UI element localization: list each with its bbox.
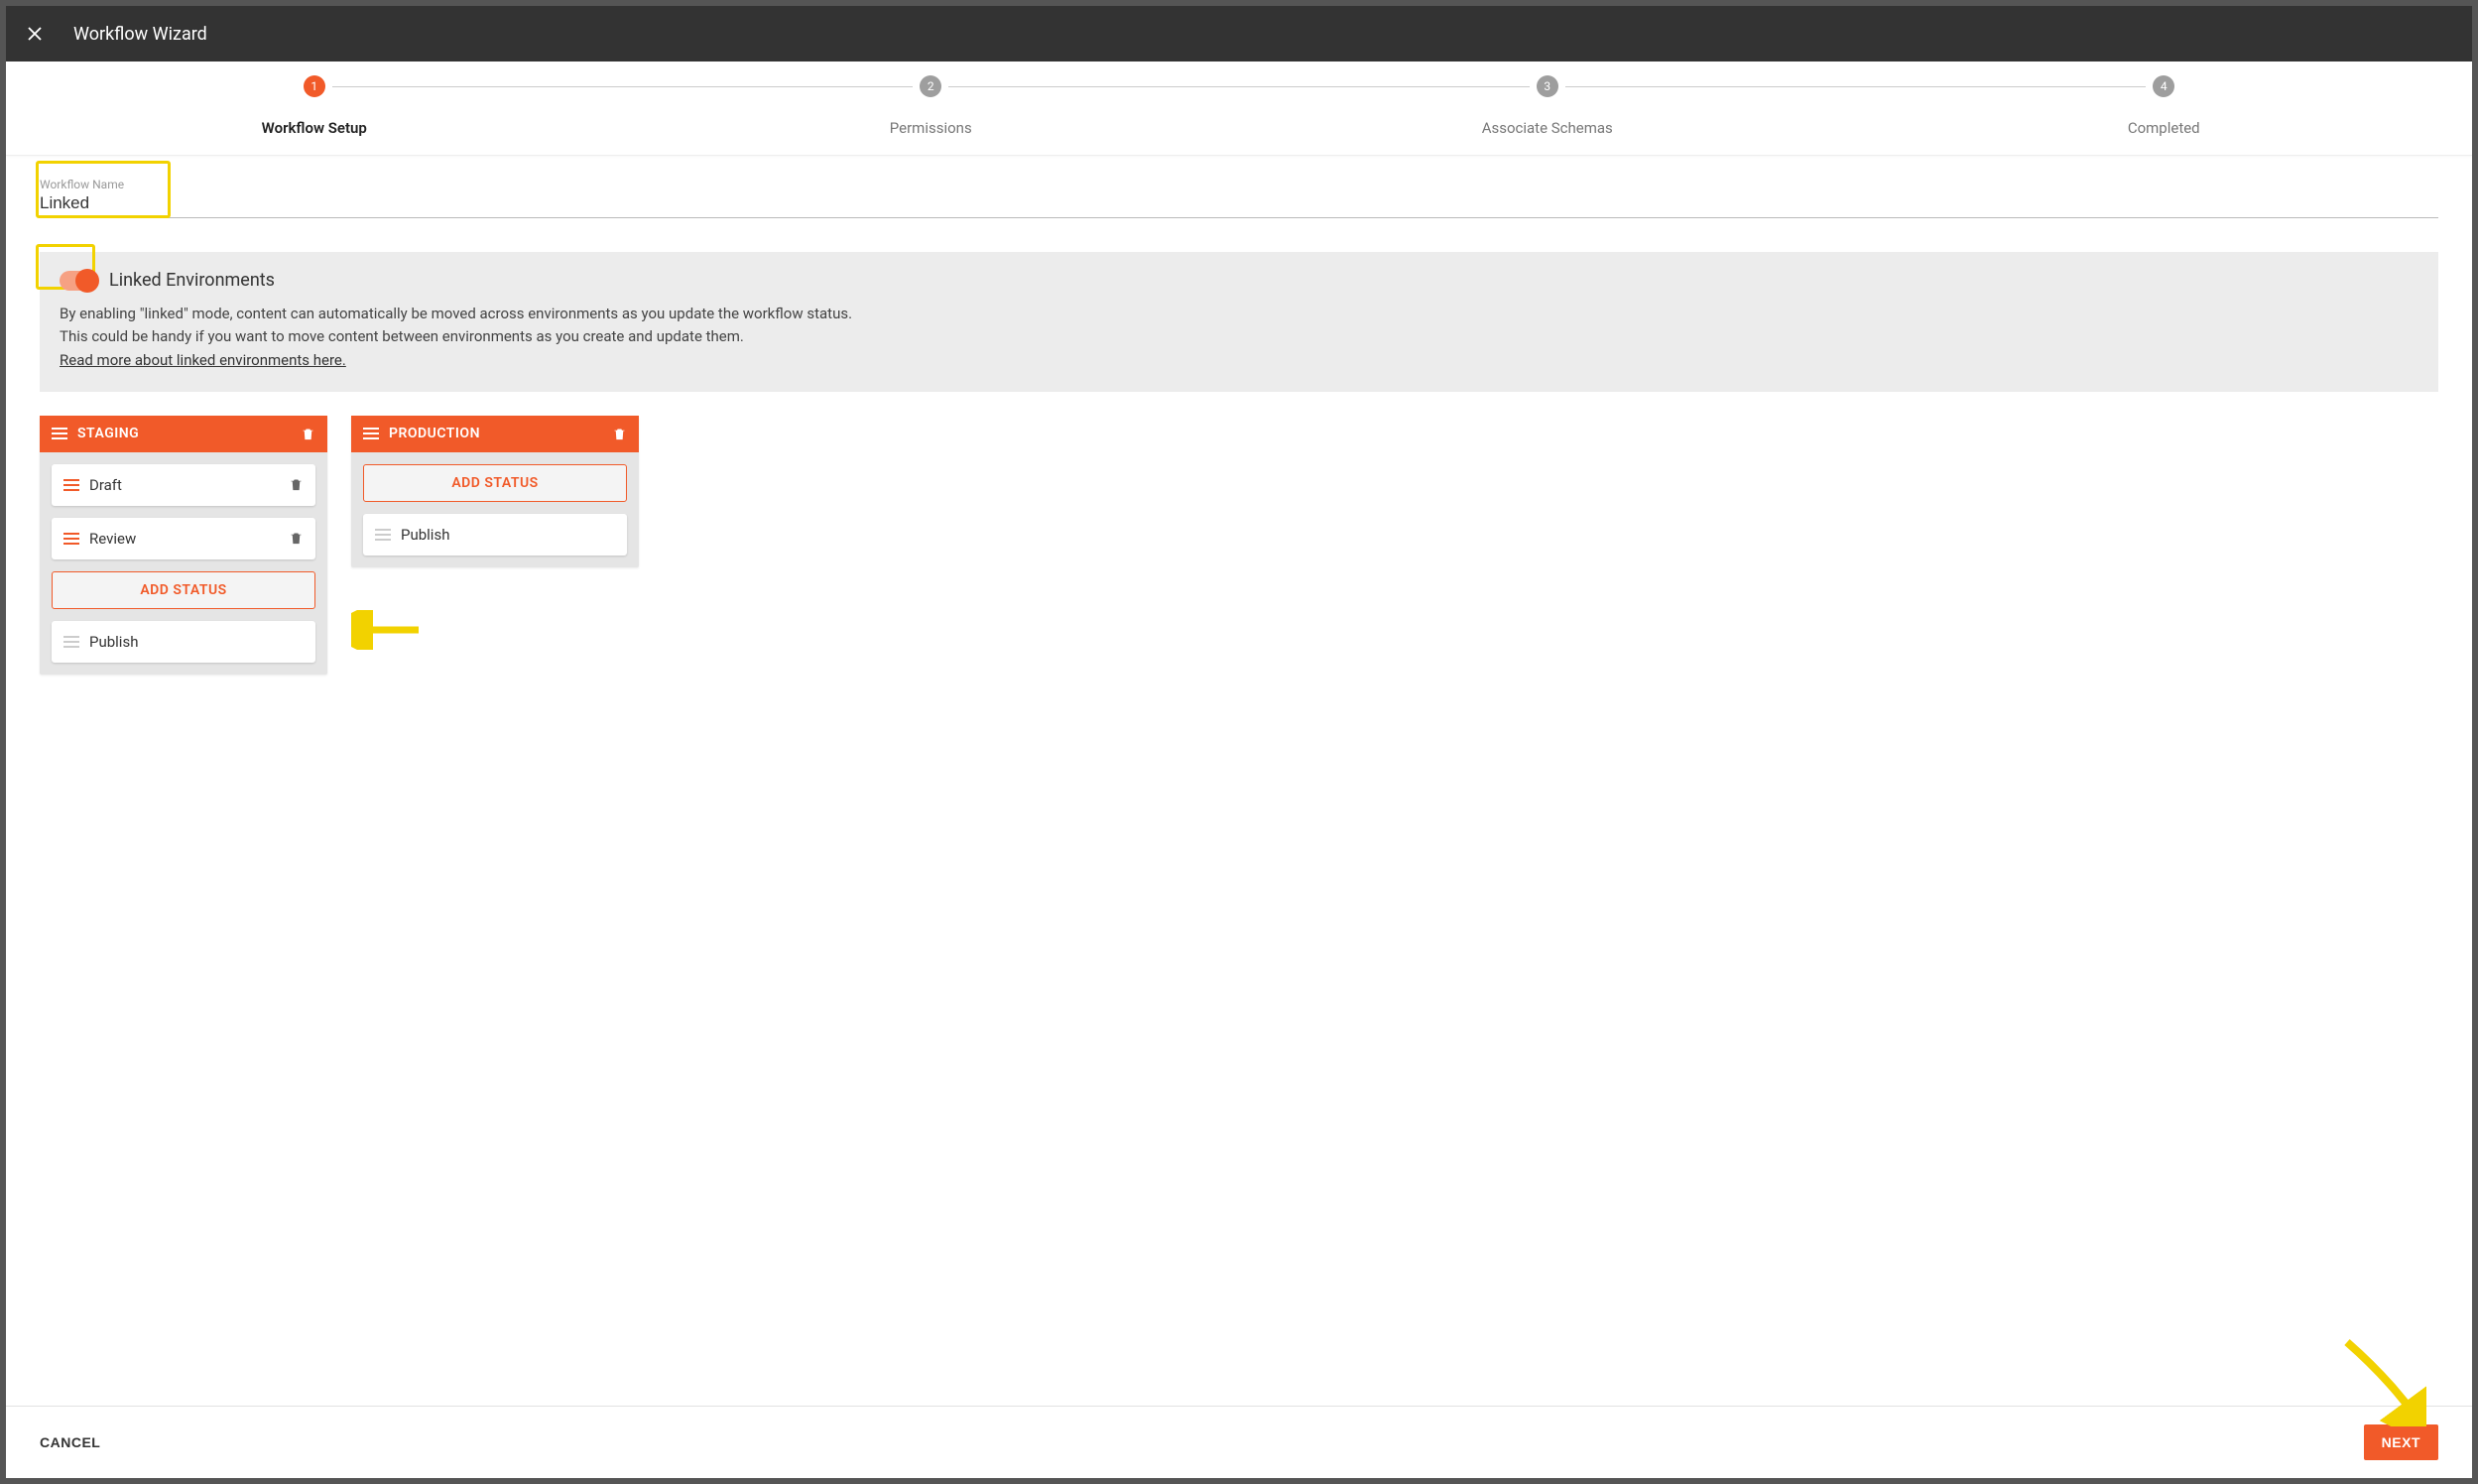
next-button[interactable]: NEXT <box>2364 1424 2438 1460</box>
trash-icon[interactable] <box>289 476 304 493</box>
trash-icon[interactable] <box>612 426 627 442</box>
linked-read-more-link[interactable]: Read more about linked environments here… <box>60 351 346 369</box>
drag-handle-icon <box>63 479 79 491</box>
step-label: Workflow Setup <box>262 119 367 137</box>
dialog-content: Workflow Name Linked Environments By ena… <box>6 156 2472 1406</box>
status-card[interactable]: Publish <box>52 621 315 663</box>
workflow-wizard-dialog: Workflow Wizard 1 Workflow Setup2 Permis… <box>6 6 2472 1478</box>
linked-title: Linked Environments <box>109 270 275 291</box>
step-associate-schemas[interactable]: 3 Associate Schemas <box>1239 75 1856 137</box>
annotation-arrow-add-status <box>351 610 421 650</box>
env-column-title: STAGING <box>77 426 139 441</box>
trash-icon[interactable] <box>301 426 315 442</box>
stepper: 1 Workflow Setup2 Permissions3 Associate… <box>6 62 2472 156</box>
drag-handle-icon <box>375 529 391 541</box>
linked-toggle[interactable] <box>60 271 97 291</box>
step-permissions[interactable]: 2 Permissions <box>623 75 1240 137</box>
status-label: Publish <box>89 633 138 651</box>
env-column-header: PRODUCTION <box>351 416 639 452</box>
step-label: Completed <box>2128 119 2200 137</box>
status-card[interactable]: Draft <box>52 464 315 506</box>
cancel-button[interactable]: CANCEL <box>40 1434 100 1450</box>
status-label: Publish <box>401 526 449 544</box>
status-card[interactable]: Review <box>52 518 315 559</box>
dialog-title: Workflow Wizard <box>73 24 207 45</box>
drag-handle-icon <box>63 533 79 545</box>
env-column-header: STAGING <box>40 416 327 452</box>
dialog-titlebar: Workflow Wizard <box>6 6 2472 62</box>
add-status-button[interactable]: ADD STATUS <box>363 464 627 502</box>
drag-handle-icon <box>363 428 379 439</box>
step-number: 2 <box>920 75 941 97</box>
close-icon[interactable] <box>26 25 44 43</box>
step-number: 3 <box>1537 75 1558 97</box>
status-label: Review <box>89 530 136 548</box>
step-workflow-setup[interactable]: 1 Workflow Setup <box>6 75 623 137</box>
step-label: Associate Schemas <box>1482 119 1613 137</box>
linked-description: By enabling "linked" mode, content can a… <box>60 303 2418 372</box>
step-number: 1 <box>304 75 325 97</box>
env-column-production: PRODUCTION ADD STATUS Publish <box>351 416 639 567</box>
drag-handle-icon <box>52 428 67 439</box>
status-label: Draft <box>89 476 122 494</box>
workflow-name-label: Workflow Name <box>40 178 2438 191</box>
step-completed[interactable]: 4 Completed <box>1856 75 2473 137</box>
env-column-staging: STAGING Draft Review ADD STATUS Publish <box>40 416 327 675</box>
add-status-button[interactable]: ADD STATUS <box>52 571 315 609</box>
status-card[interactable]: Publish <box>363 514 627 556</box>
workflow-name-input[interactable] <box>40 193 2438 213</box>
workflow-name-field[interactable]: Workflow Name <box>40 178 2438 218</box>
linked-environments-panel: Linked Environments By enabling "linked"… <box>40 252 2438 392</box>
environment-columns: STAGING Draft Review ADD STATUS Publish … <box>40 416 2438 675</box>
env-column-title: PRODUCTION <box>389 426 480 441</box>
step-number: 4 <box>2153 75 2174 97</box>
drag-handle-icon <box>63 636 79 648</box>
step-label: Permissions <box>890 119 972 137</box>
trash-icon[interactable] <box>289 530 304 547</box>
dialog-footer: CANCEL NEXT <box>6 1406 2472 1478</box>
